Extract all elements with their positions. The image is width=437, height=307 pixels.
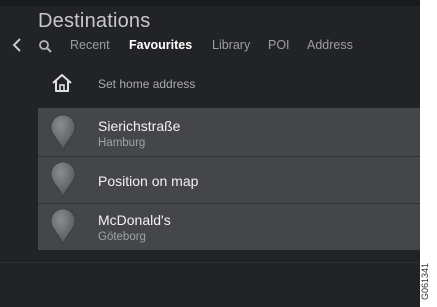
navigation-screen: Destinations Recent Favourites Library P… [0,0,420,307]
set-home-address-row[interactable]: Set home address [38,68,420,102]
favourite-name: Position on map [98,173,199,189]
screen-bezel [0,0,420,6]
location-pin-icon [50,115,76,151]
favourite-item-position-on-map[interactable]: Position on map [38,156,420,203]
favourite-city: Göteborg [98,231,146,243]
search-icon[interactable] [38,39,52,53]
chevron-left-icon[interactable] [11,37,25,53]
figure-code: G061341 [420,262,430,300]
location-pin-icon [50,162,76,198]
tab-poi[interactable]: POI [268,38,290,52]
favourite-name: Sierichstraße [98,118,181,134]
favourite-name: McDonald's [98,212,171,228]
favourite-item-mcdonalds[interactable]: McDonald's Göteborg [38,203,420,250]
page-title: Destinations [38,10,151,32]
home-icon [52,74,72,92]
tab-recent[interactable]: Recent [70,38,110,52]
favourite-item-sierichstrasse[interactable]: Sierichstraße Hamburg [38,110,420,156]
tab-library[interactable]: Library [212,38,250,52]
divider [0,262,420,263]
set-home-address-label: Set home address [98,77,196,91]
location-pin-icon [50,209,76,245]
favourites-list: Sierichstraße Hamburg Position on map Mc… [38,108,420,250]
tab-favourites[interactable]: Favourites [129,38,192,52]
favourite-city: Hamburg [98,137,146,149]
tab-bar: Recent Favourites Library POI Address [0,36,420,56]
tab-address[interactable]: Address [307,38,353,52]
